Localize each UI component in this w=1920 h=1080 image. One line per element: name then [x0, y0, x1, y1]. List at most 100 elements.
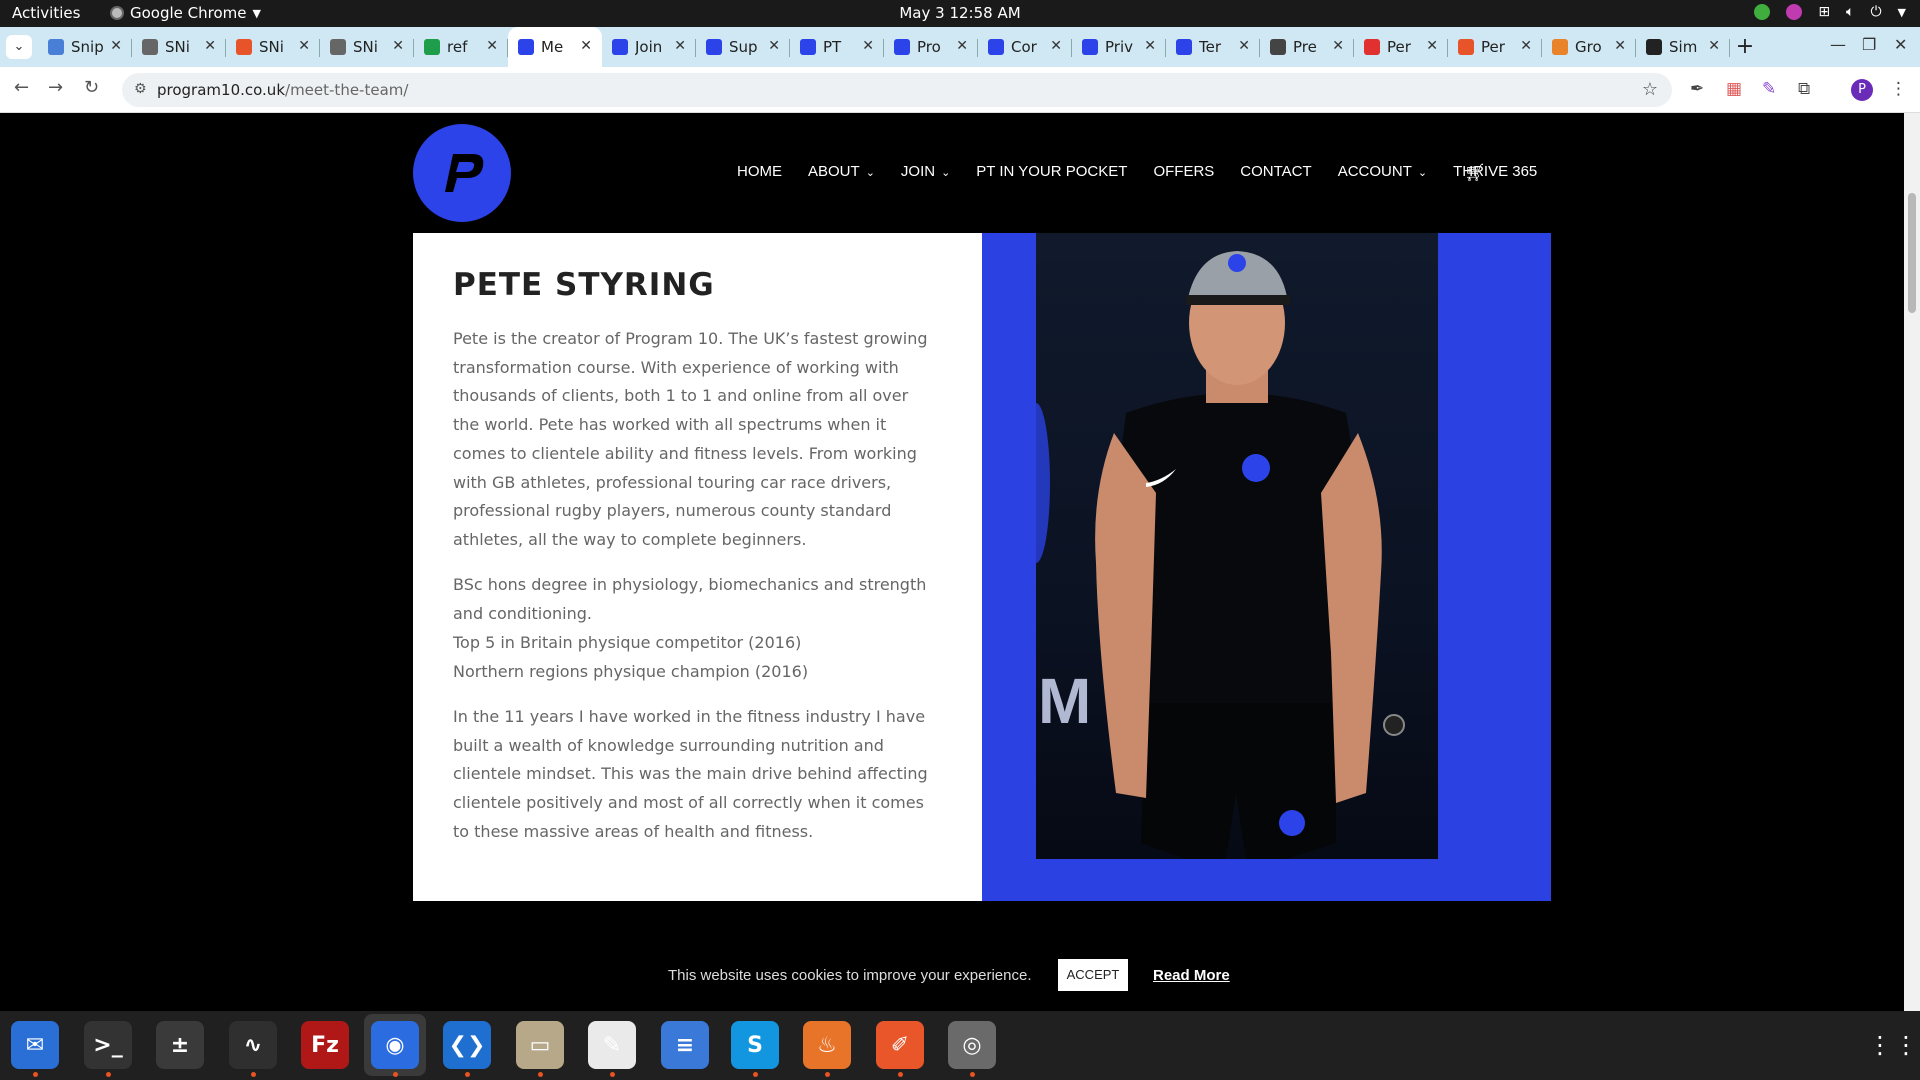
site-info-icon[interactable]: ⚙ [134, 81, 147, 97]
close-tab-icon[interactable]: ✕ [674, 38, 686, 54]
chrome-icon[interactable]: ◉ [371, 1021, 419, 1077]
pen-extension-icon[interactable]: ✎ [1762, 79, 1776, 99]
new-tab-button[interactable]: + [1730, 27, 1760, 67]
address-bar[interactable]: ⚙ program10.co.uk/meet-the-team/ ☆ [122, 73, 1672, 107]
back-button[interactable]: ← [14, 77, 29, 98]
close-tab-icon[interactable]: ✕ [768, 38, 780, 54]
filezilla-icon[interactable]: Fz [301, 1021, 349, 1069]
page-scrollbar[interactable] [1904, 113, 1920, 1011]
skype-icon[interactable]: S [731, 1021, 779, 1077]
chrome-icon [110, 6, 124, 20]
browser-tab[interactable]: SNi ✕ [320, 27, 414, 67]
volume-icon[interactable]: 🔈︎ [1846, 4, 1854, 20]
program10-icon [1176, 39, 1192, 55]
close-tab-icon[interactable]: ✕ [1238, 38, 1250, 54]
bio-paragraph-1: Pete is the creator of Program 10. The U… [453, 329, 928, 549]
chevron-down-icon[interactable]: ▼ [1898, 6, 1906, 19]
browser-tab[interactable]: Cor ✕ [978, 27, 1072, 67]
close-tab-icon[interactable]: ✕ [1426, 38, 1438, 54]
program10-logo[interactable] [413, 124, 511, 222]
tab-search-button[interactable]: ⌄ [6, 35, 32, 59]
clock[interactable]: May 3 12:58 AM [899, 4, 1020, 22]
system-monitor-icon[interactable]: ∿ [229, 1021, 277, 1077]
browser-tab[interactable]: Per ✕ [1354, 27, 1448, 67]
close-tab-icon[interactable]: ✕ [1050, 38, 1062, 54]
vscode-icon[interactable]: ❮❯ [443, 1021, 491, 1077]
close-tab-icon[interactable]: ✕ [392, 38, 404, 54]
close-tab-icon[interactable]: ✕ [580, 38, 592, 54]
menu-item[interactable]: PT IN YOUR POCKET [976, 163, 1127, 180]
close-window-button[interactable]: ✕ [1894, 35, 1907, 54]
tab-title: Sim [1669, 38, 1698, 56]
menu-item[interactable]: HOME [737, 163, 782, 180]
thunderbird-icon[interactable]: ✉ [11, 1021, 59, 1077]
restore-button[interactable]: ❐ [1862, 35, 1876, 54]
calendar-extension-icon[interactable]: ▦ [1726, 79, 1742, 99]
files-icon[interactable]: ▭ [516, 1021, 564, 1077]
browser-tab[interactable]: SNi ✕ [226, 27, 320, 67]
menu-item[interactable]: ACCOUNT ⌄ [1338, 163, 1427, 180]
close-tab-icon[interactable]: ✕ [298, 38, 310, 54]
bookmark-star-icon[interactable]: ☆ [1642, 79, 1658, 100]
browser-tab[interactable]: Me ✕ [508, 27, 602, 67]
update-icon[interactable] [1754, 4, 1771, 20]
disk-icon[interactable]: ◎ [948, 1021, 996, 1077]
activities-button[interactable]: Activities [12, 4, 80, 22]
browser-tab[interactable]: SNi ✕ [132, 27, 226, 67]
minimize-button[interactable]: — [1830, 35, 1846, 54]
blaze-icon[interactable]: ♨ [803, 1021, 851, 1077]
close-tab-icon[interactable]: ✕ [1332, 38, 1344, 54]
text-editor-icon[interactable]: ✎ [588, 1021, 636, 1077]
system-tray[interactable]: ⊞ 🔈︎ ⏻ ▼ [1754, 4, 1906, 20]
running-indicator [970, 1072, 975, 1077]
terminal-icon[interactable]: >_ [84, 1021, 132, 1077]
power-icon[interactable]: ⏻ [1870, 4, 1881, 20]
network-icon[interactable]: ⊞ [1818, 4, 1830, 20]
browser-tab[interactable]: Sup ✕ [696, 27, 790, 67]
close-tab-icon[interactable]: ✕ [1614, 38, 1626, 54]
main-menu: HOME ABOUT ⌄ JOIN ⌄ PT IN YOUR POCKET OFFERS CO… [737, 163, 1563, 180]
scrollbar-thumb[interactable] [1908, 193, 1916, 313]
browser-tab[interactable]: Pre ✕ [1260, 27, 1354, 67]
browser-tab[interactable]: PT ✕ [790, 27, 884, 67]
browser-tab[interactable]: Join ✕ [602, 27, 696, 67]
close-tab-icon[interactable]: ✕ [956, 38, 968, 54]
browser-tab[interactable]: Snip ✕ [38, 27, 132, 67]
close-tab-icon[interactable]: ✕ [486, 38, 498, 54]
forward-button[interactable]: → [48, 77, 63, 98]
calculator-icon[interactable]: ± [156, 1021, 204, 1069]
cookie-read-more-link[interactable]: Read More [1153, 967, 1230, 984]
menu-item[interactable]: CONTACT [1240, 163, 1311, 180]
browser-tab[interactable]: Pro ✕ [884, 27, 978, 67]
close-tab-icon[interactable]: ✕ [1144, 38, 1156, 54]
inkscape-pen-icon[interactable]: ✐ [876, 1021, 924, 1077]
close-tab-icon[interactable]: ✕ [204, 38, 216, 54]
menu-item[interactable]: JOIN ⌄ [901, 163, 950, 180]
color-picker-icon[interactable] [1786, 4, 1803, 20]
close-tab-icon[interactable]: ✕ [110, 38, 122, 54]
url-text[interactable]: program10.co.uk/meet-the-team/ [157, 81, 408, 99]
app-menu[interactable]: Google Chrome ▼ [110, 4, 261, 22]
profile-avatar[interactable]: P [1851, 79, 1873, 101]
menu-item[interactable]: ABOUT ⌄ [808, 163, 875, 180]
browser-tab[interactable]: Ter ✕ [1166, 27, 1260, 67]
extensions-puzzle-icon[interactable]: ⧉ [1798, 79, 1810, 99]
browser-tab[interactable]: Sim ✕ [1636, 27, 1730, 67]
cart-icon[interactable]: 🛒︎ [1464, 163, 1486, 183]
app-name: Google Chrome [130, 4, 247, 22]
menu-item[interactable]: OFFERS [1153, 163, 1214, 180]
close-tab-icon[interactable]: ✕ [1708, 38, 1720, 54]
browser-tab[interactable]: Per ✕ [1448, 27, 1542, 67]
browser-tab[interactable]: ref ✕ [414, 27, 508, 67]
cookie-accept-button[interactable]: ACCEPT [1058, 959, 1128, 991]
browser-tab[interactable]: Priv ✕ [1072, 27, 1166, 67]
writer-icon[interactable]: ≡ [661, 1021, 709, 1069]
close-tab-icon[interactable]: ✕ [862, 38, 874, 54]
chrome-menu-icon[interactable]: ⋮ [1890, 79, 1907, 99]
close-tab-icon[interactable]: ✕ [1520, 38, 1532, 54]
color-picker-extension-icon[interactable]: ✒ [1690, 79, 1704, 99]
show-apps-grid-icon[interactable]: ⋮⋮⋮ [1868, 1031, 1920, 1059]
reload-button[interactable]: ↻ [84, 77, 99, 98]
qualification-champion: Northern regions physique champion (2016… [453, 662, 809, 681]
browser-tab[interactable]: Gro ✕ [1542, 27, 1636, 67]
